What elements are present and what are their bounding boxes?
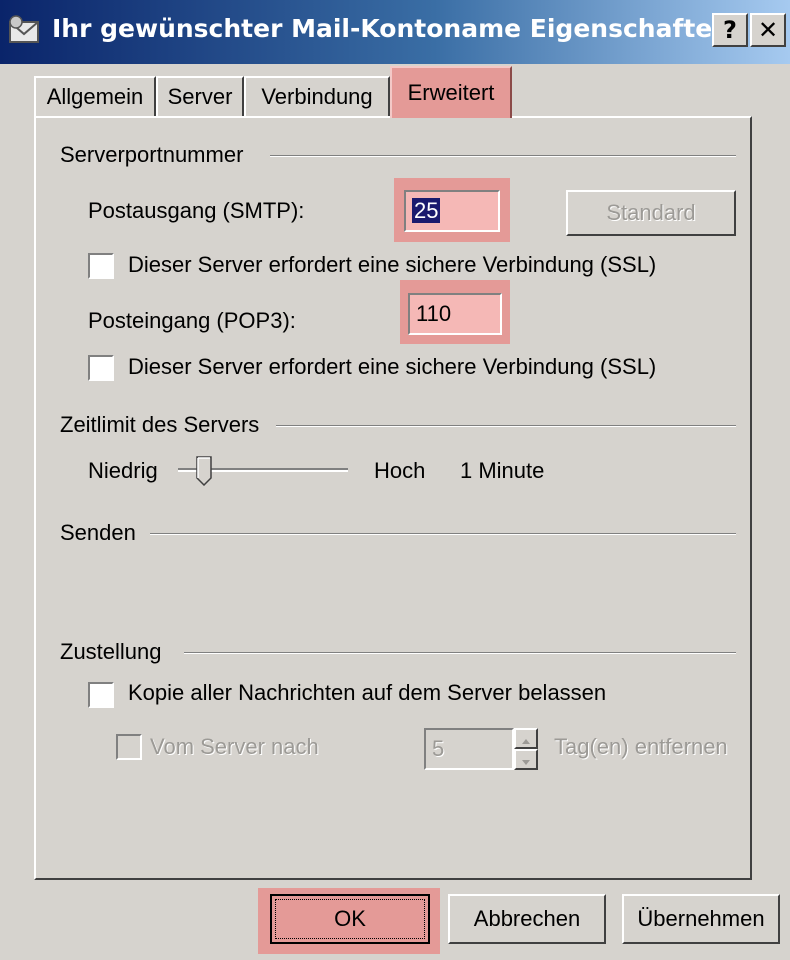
mail-account-icon <box>9 15 39 43</box>
days-label: Tag(en) entfernen <box>554 734 728 759</box>
smtp-ssl-checkbox[interactable] <box>88 253 114 279</box>
group-divider <box>150 533 736 535</box>
remove-after-label: Vom Server nach <box>150 734 319 759</box>
delivery-group-label: Zustellung <box>60 639 162 665</box>
timeout-low-label: Niedrig <box>88 458 158 483</box>
group-divider <box>270 155 736 157</box>
timeout-value: 1 Minute <box>460 458 545 483</box>
group-divider <box>184 652 736 654</box>
timeout-high-label: Hoch <box>374 458 426 483</box>
send-group-label: Senden <box>60 520 136 546</box>
apply-button[interactable]: Übernehmen <box>622 894 780 944</box>
pop3-port-value: 110 <box>416 301 452 326</box>
smtp-port-value: 25 <box>412 198 441 223</box>
serverports-group-label: Serverportnummer <box>60 142 244 168</box>
tab-erweitert[interactable]: Erweitert <box>390 66 512 118</box>
remove-after-days-input[interactable]: 5 <box>424 728 514 770</box>
timeout-group-label: Zeitlimit des Servers <box>60 412 260 438</box>
close-button[interactable]: ✕ <box>750 13 786 47</box>
keep-copy-label: Kopie aller Nachrichten auf dem Server b… <box>128 680 607 705</box>
keep-copy-checkbox[interactable] <box>88 682 114 708</box>
ok-button[interactable]: OK <box>270 894 430 944</box>
tab-server[interactable]: Server <box>156 76 244 116</box>
tab-verbindung[interactable]: Verbindung <box>244 76 390 116</box>
tab-allgemein[interactable]: Allgemein <box>34 76 156 116</box>
spin-up-icon <box>522 739 530 744</box>
smtp-label: Postausgang (SMTP): <box>88 198 305 223</box>
title-bar[interactable]: Ihr gewünschter Mail-Kontoname Eigenscha… <box>0 0 790 64</box>
spin-down-icon <box>522 760 530 765</box>
timeout-slider-thumb[interactable] <box>196 456 212 486</box>
pop3-label: Posteingang (POP3): <box>88 308 296 333</box>
spin-down-button[interactable] <box>514 749 538 770</box>
smtp-port-input[interactable]: 25 <box>404 190 500 232</box>
smtp-ssl-label: Dieser Server erfordert eine sichere Ver… <box>128 252 657 277</box>
pop3-ssl-label: Dieser Server erfordert eine sichere Ver… <box>128 354 657 379</box>
remove-after-days-value: 5 <box>432 736 445 761</box>
pop3-ssl-checkbox[interactable] <box>88 355 114 381</box>
standard-button[interactable]: Standard <box>566 190 736 236</box>
group-divider <box>276 425 736 427</box>
spin-up-button[interactable] <box>514 728 538 749</box>
help-button[interactable]: ? <box>712 13 748 47</box>
cancel-button[interactable]: Abbrechen <box>448 894 606 944</box>
window-title: Ihr gewünschter Mail-Kontoname Eigenscha… <box>52 14 731 43</box>
remove-after-checkbox[interactable] <box>116 734 142 760</box>
pop3-port-input[interactable]: 110 <box>408 293 502 335</box>
